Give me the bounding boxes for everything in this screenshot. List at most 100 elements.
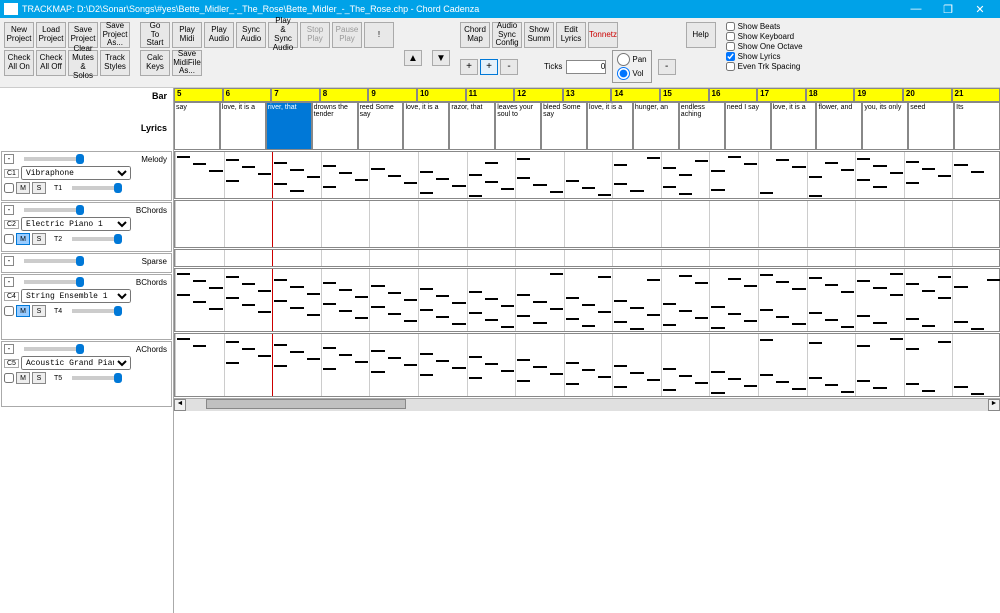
bar-cell[interactable]: 17 [757,88,806,102]
lyric-cell[interactable]: flower, and [816,102,862,150]
clear-mutes-solos-button[interactable]: Clear Mutes & Solos [68,50,98,76]
bar-cell[interactable]: 5 [174,88,223,102]
check-show-beats[interactable]: Show Beats [726,22,803,31]
solo-button[interactable]: S [32,233,46,245]
solo-button[interactable]: S [32,305,46,317]
help-button[interactable]: Help [686,22,716,48]
instrument-select[interactable]: Electric Piano 1 [21,217,131,231]
bar-cell[interactable]: 12 [514,88,563,102]
bar-cell[interactable]: 16 [709,88,758,102]
instrument-select[interactable]: Acoustic Grand Piano [21,356,131,370]
check-all-on-button[interactable]: Check All On [4,50,34,76]
track-vol-slider[interactable] [72,376,122,380]
mute-button[interactable]: M [16,182,30,194]
lyric-cell[interactable]: bleed Some say [541,102,587,150]
track-lanes-pane[interactable]: ◄ ► [174,150,1000,613]
lyric-cell[interactable]: endless aching [679,102,725,150]
audio-sync-config-button[interactable]: Audio Sync Config [492,22,522,48]
bar-cell[interactable]: 8 [320,88,369,102]
bar-cell[interactable]: 14 [611,88,660,102]
check-show-one-octave[interactable]: Show One Octave [726,42,803,51]
lyric-cell[interactable]: leaves your soul to [495,102,541,150]
track-lane[interactable] [174,200,1000,248]
track-enable-check[interactable] [4,306,14,316]
scroll-left-button[interactable]: ◄ [174,399,186,411]
collapse-button[interactable]: - [4,277,14,287]
lyric-cell[interactable]: you, its only [862,102,908,150]
instrument-select[interactable]: Vibraphone [21,166,131,180]
check-show-keyboard[interactable]: Show Keyboard [726,32,803,41]
track-fader[interactable] [24,208,84,212]
bar-cell[interactable]: 19 [854,88,903,102]
lyric-cell[interactable]: Its [954,102,1000,150]
mute-button[interactable]: M [16,233,30,245]
ticks-input[interactable] [566,60,606,74]
sync-audio-button[interactable]: Sync Audio [236,22,266,48]
show-summ-button[interactable]: Show Summ [524,22,554,48]
up-button[interactable]: ▲ [404,50,422,66]
mute-button[interactable]: M [16,372,30,384]
play-sync-audio-button[interactable]: Play & Sync Audio [268,22,298,48]
bar-cell[interactable]: 10 [417,88,466,102]
lyric-cell[interactable]: reed Some say [358,102,404,150]
lyric-cell[interactable]: love, it is a [220,102,266,150]
collapse-button[interactable]: - [4,256,14,266]
chord-map-button[interactable]: Chord Map [460,22,490,48]
--button[interactable]: + [460,59,478,75]
save-midifile-as--button[interactable]: Save MidiFile As... [172,50,202,76]
stop-play-button[interactable]: Stop Play [300,22,330,48]
lyric-cell[interactable]: razor, that [449,102,495,150]
scroll-thumb[interactable] [206,399,406,409]
track-fader[interactable] [24,280,84,284]
bar-cell[interactable]: 7 [271,88,320,102]
check-even-trk-spacing[interactable]: Even Trk Spacing [726,62,803,71]
scroll-right-button[interactable]: ► [988,399,1000,411]
collapse-button[interactable]: - [4,154,14,164]
track-vol-slider[interactable] [72,186,122,190]
go-to-start-button[interactable]: Go To Start [140,22,170,48]
pv-minus-button[interactable]: - [658,59,676,75]
bar-cell[interactable]: 18 [806,88,855,102]
new-project-button[interactable]: New Project [4,22,34,48]
--button[interactable]: + [480,59,498,75]
collapse-button[interactable]: - [4,205,14,215]
bar-ruler[interactable]: 56789101112131415161718192021 [174,88,1000,102]
lyrics-row[interactable]: saylove, it is ariver, thatdrowns the te… [174,102,1000,150]
bar-cell[interactable]: 11 [466,88,515,102]
h-scrollbar[interactable]: ◄ ► [174,398,1000,410]
save-project-as--button[interactable]: Save Project As... [100,22,130,48]
play-midi-button[interactable]: Play Midi [172,22,202,48]
bar-cell[interactable]: 20 [903,88,952,102]
--button[interactable]: - [500,59,518,75]
maximize-button[interactable]: ❐ [932,3,964,16]
load-project-button[interactable]: Load Project [36,22,66,48]
lyric-cell[interactable]: hunger, an [633,102,679,150]
track-fader[interactable] [24,259,84,263]
track-vol-slider[interactable] [72,237,122,241]
bar-cell[interactable]: 15 [660,88,709,102]
bar-cell[interactable]: 13 [563,88,612,102]
lyric-cell[interactable]: love, it is a [403,102,449,150]
collapse-button[interactable]: - [4,344,14,354]
track-vol-slider[interactable] [72,309,122,313]
edit-lyrics-button[interactable]: Edit Lyrics [556,22,586,48]
solo-button[interactable]: S [32,182,46,194]
lyric-cell[interactable]: river, that [266,102,312,150]
--button[interactable]: ! [364,22,394,48]
track-fader[interactable] [24,157,84,161]
bar-cell[interactable]: 21 [952,88,1000,102]
check-show-lyrics[interactable]: Show Lyrics [726,52,803,61]
track-fader[interactable] [24,347,84,351]
tonnetz-button[interactable]: Tonnetz [588,22,618,48]
lyric-cell[interactable]: seed [908,102,954,150]
close-button[interactable]: ✕ [964,3,996,16]
track-lane[interactable] [174,333,1000,397]
vol-radio[interactable] [617,67,630,80]
track-lane[interactable] [174,249,1000,267]
play-audio-button[interactable]: Play Audio [204,22,234,48]
solo-button[interactable]: S [32,372,46,384]
bar-cell[interactable]: 9 [368,88,417,102]
minimize-button[interactable]: — [900,3,932,15]
lyric-cell[interactable]: drowns the tender [312,102,358,150]
lyric-cell[interactable]: love, it is a [587,102,633,150]
